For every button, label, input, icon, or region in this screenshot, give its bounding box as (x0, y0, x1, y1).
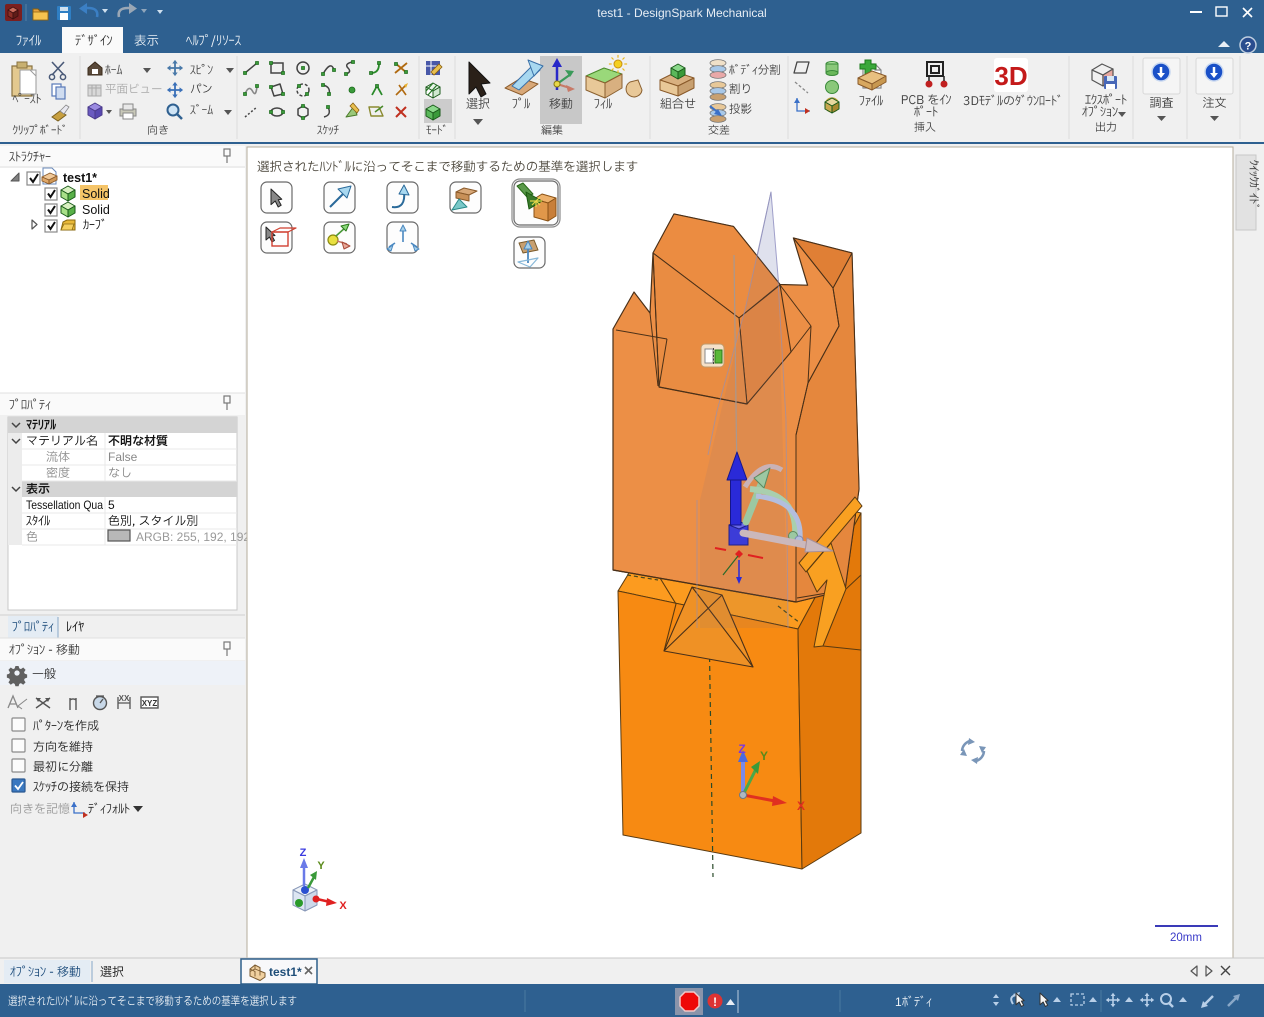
svg-text:test1 - DesignSpark Mechanical: test1 - DesignSpark Mechanical (597, 6, 766, 20)
svg-text:20mm: 20mm (1170, 932, 1202, 944)
svg-text:Y: Y (760, 749, 768, 763)
svg-text:XX: XX (119, 694, 130, 703)
svg-text:1: 1 (895, 995, 902, 1009)
svg-text:Solid: Solid (82, 187, 110, 201)
svg-text:Z: Z (738, 742, 745, 756)
svg-text:XYZ: XYZ (142, 699, 158, 708)
svg-text:False: False (108, 450, 138, 464)
svg-text:5: 5 (108, 498, 115, 512)
svg-text:?: ? (1245, 41, 1252, 53)
svg-text:3D: 3D (994, 61, 1027, 91)
svg-text:!: ! (713, 997, 717, 1009)
svg-text:Y: Y (317, 860, 325, 872)
svg-text:Solid: Solid (82, 203, 110, 217)
svg-text:test1*: test1* (63, 171, 97, 185)
svg-text:Z: Z (300, 847, 307, 859)
svg-text:ARGB: 255, 192, 192: ARGB: 255, 192, 192 (136, 530, 250, 544)
svg-text:X: X (797, 799, 805, 813)
svg-text:X: X (339, 900, 347, 912)
svg-text:test1*: test1* (269, 965, 302, 979)
svg-text:Tessellation Qua: Tessellation Qua (26, 498, 103, 512)
